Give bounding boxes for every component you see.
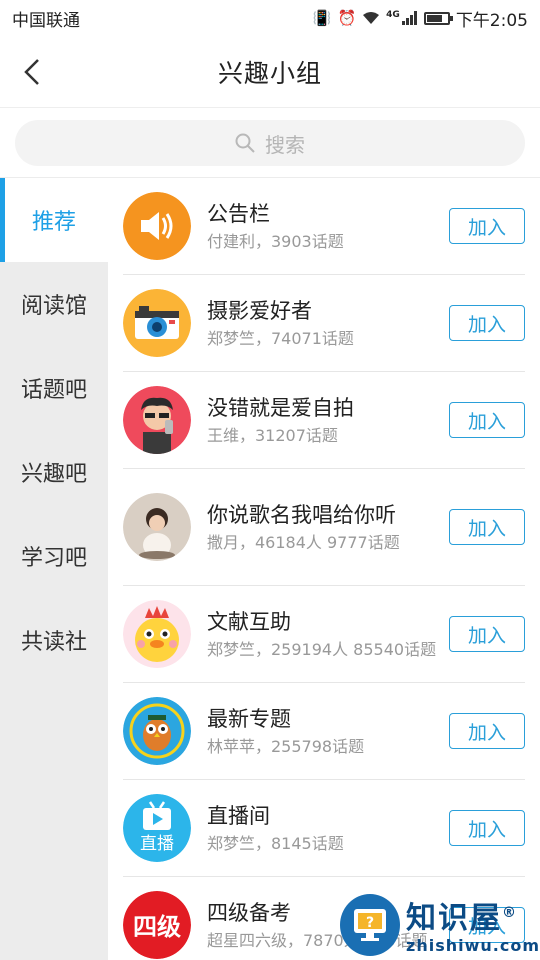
- watermark-title: 知识屋®: [406, 900, 519, 936]
- chevron-left-icon: [24, 59, 39, 85]
- battery-icon: [423, 11, 453, 25]
- group-name: 直播间: [207, 803, 270, 828]
- network-type: 4G: [386, 9, 400, 20]
- sidebar-item-label: 阅读馆: [20, 294, 87, 319]
- group-meta: 林苹苹，255798话题: [207, 736, 365, 756]
- sidebar-item-label: 共读社: [20, 630, 87, 655]
- wifi-icon: [363, 12, 380, 24]
- page-title: 兴趣小组: [217, 58, 322, 88]
- sidebar-item-2[interactable]: 话题吧: [0, 346, 108, 430]
- search-bar: 搜索: [0, 108, 540, 178]
- search-icon: [235, 133, 255, 153]
- join-button[interactable]: 加入: [449, 402, 525, 438]
- tv-icon-text: 直播: [140, 834, 174, 854]
- owl-icon: [123, 697, 191, 765]
- group-name: 摄影爱好者: [207, 298, 312, 323]
- group-info: 公告栏付建利，3903话题: [207, 199, 439, 254]
- group-name: 公告栏: [207, 201, 270, 226]
- group-info: 文献互助郑梦竺，259194人 85540话题: [207, 607, 439, 662]
- group-meta: 郑梦竺，74071话题: [207, 328, 354, 348]
- sidebar-item-0[interactable]: 推荐: [0, 178, 108, 262]
- speaker-icon: [123, 192, 191, 260]
- join-button[interactable]: 加入: [449, 208, 525, 244]
- main-content: 推荐 阅读馆 话题吧 兴趣吧 学习吧 共读社 公告栏 付建利，3903话题 加入 摄影爱好者郑…: [0, 178, 540, 960]
- group-name: 文献互助: [207, 609, 291, 634]
- svg-text:?: ?: [366, 915, 374, 931]
- group-meta: 撒月，46184人 9777话题: [207, 532, 400, 552]
- join-button[interactable]: 加入: [449, 810, 525, 846]
- question-monitor-icon: ?: [354, 909, 386, 941]
- watermark-text: 知识屋® zhishiwu.com: [406, 896, 540, 955]
- sidebar-item-label: 兴趣吧: [20, 462, 87, 487]
- signal-icon: [401, 11, 417, 25]
- status-bar: 中国联通 📳 ⏰ 4G 下午2:05: [0, 0, 540, 36]
- camera-icon: [123, 289, 191, 357]
- search-placeholder: 搜索: [265, 132, 305, 157]
- battery-level: [426, 14, 442, 22]
- join-button[interactable]: 加入: [449, 305, 525, 341]
- cet4-icon-text: 四级: [133, 913, 181, 941]
- chick-mascot-icon: [123, 600, 191, 668]
- group-name: 没错就是爱自拍: [207, 395, 354, 420]
- back-button[interactable]: [14, 54, 50, 90]
- join-button[interactable]: 加入: [449, 509, 525, 545]
- group-info: 摄影爱好者郑梦竺，74071话题: [207, 296, 439, 351]
- group-row[interactable]: 文献互助郑梦竺，259194人 85540话题 加入: [123, 586, 525, 683]
- search-input[interactable]: 搜索: [15, 120, 525, 166]
- vibrate-icon: 📳: [312, 9, 332, 27]
- app-header: 兴趣小组: [0, 36, 540, 108]
- watermark-logo-icon: ?: [340, 894, 401, 956]
- group-meta: 郑梦竺，8145话题: [207, 833, 344, 853]
- group-info: 没错就是爱自拍王维，31207话题: [207, 393, 439, 448]
- category-sidebar: 推荐阅读馆话题吧兴趣吧学习吧共读社: [0, 178, 108, 960]
- carrier-label: 中国联通: [12, 10, 80, 31]
- group-meta: 郑梦竺，259194人 85540话题: [207, 639, 437, 659]
- group-row[interactable]: 你说歌名我唱给你听 撒月，46184人 9777话题 加入: [123, 469, 525, 586]
- sidebar-item-label: 学习吧: [20, 546, 87, 571]
- sidebar-item-5[interactable]: 共读社: [0, 598, 108, 682]
- group-info: 你说歌名我唱给你听撒月，46184人 9777话题: [207, 500, 439, 555]
- group-list: 公告栏 付建利，3903话题 加入 摄影爱好者 郑梦竺，74071话题 加入 没错就是爱…: [108, 178, 540, 960]
- clock: 下午2:05: [455, 10, 528, 31]
- group-name: 最新专题: [207, 706, 291, 731]
- sidebar-item-label: 话题吧: [20, 378, 87, 403]
- join-button[interactable]: 加入: [449, 713, 525, 749]
- group-info: 最新专题林苹苹，255798话题: [207, 704, 439, 759]
- join-button[interactable]: 加入: [449, 616, 525, 652]
- tv-icon: 直播: [123, 794, 191, 862]
- alarm-icon: ⏰: [337, 9, 357, 27]
- group-name: 你说歌名我唱给你听: [207, 502, 396, 527]
- group-row[interactable]: 最新专题 林苹苹，255798话题 加入: [123, 683, 525, 780]
- selfie-icon: [123, 386, 191, 454]
- status-icons: 📳 ⏰ 4G 下午2:05: [313, 6, 528, 31]
- watermark-url: zhishiwu.com: [406, 935, 540, 955]
- group-row[interactable]: 摄影爱好者 郑梦竺，74071话题 加入: [123, 275, 525, 372]
- sidebar-item-label: 推荐: [31, 210, 76, 235]
- group-row[interactable]: 公告栏 付建利，3903话题 加入: [123, 178, 525, 275]
- sidebar-item-3[interactable]: 兴趣吧: [0, 430, 108, 514]
- cet4-icon: 四级: [123, 891, 191, 959]
- group-meta: 王维，31207话题: [207, 425, 338, 445]
- group-meta: 付建利，3903话题: [207, 231, 344, 251]
- group-row[interactable]: 直播 直播间 郑梦竺，8145话题 加入: [123, 780, 525, 877]
- group-row[interactable]: 没错就是爱自拍 王维，31207话题 加入: [123, 372, 525, 469]
- watermark: ? 知识屋® zhishiwu.com: [340, 890, 540, 960]
- sidebar-item-1[interactable]: 阅读馆: [0, 262, 108, 346]
- child-photo-icon: [123, 493, 191, 561]
- sidebar-item-4[interactable]: 学习吧: [0, 514, 108, 598]
- group-info: 直播间郑梦竺，8145话题: [207, 801, 439, 856]
